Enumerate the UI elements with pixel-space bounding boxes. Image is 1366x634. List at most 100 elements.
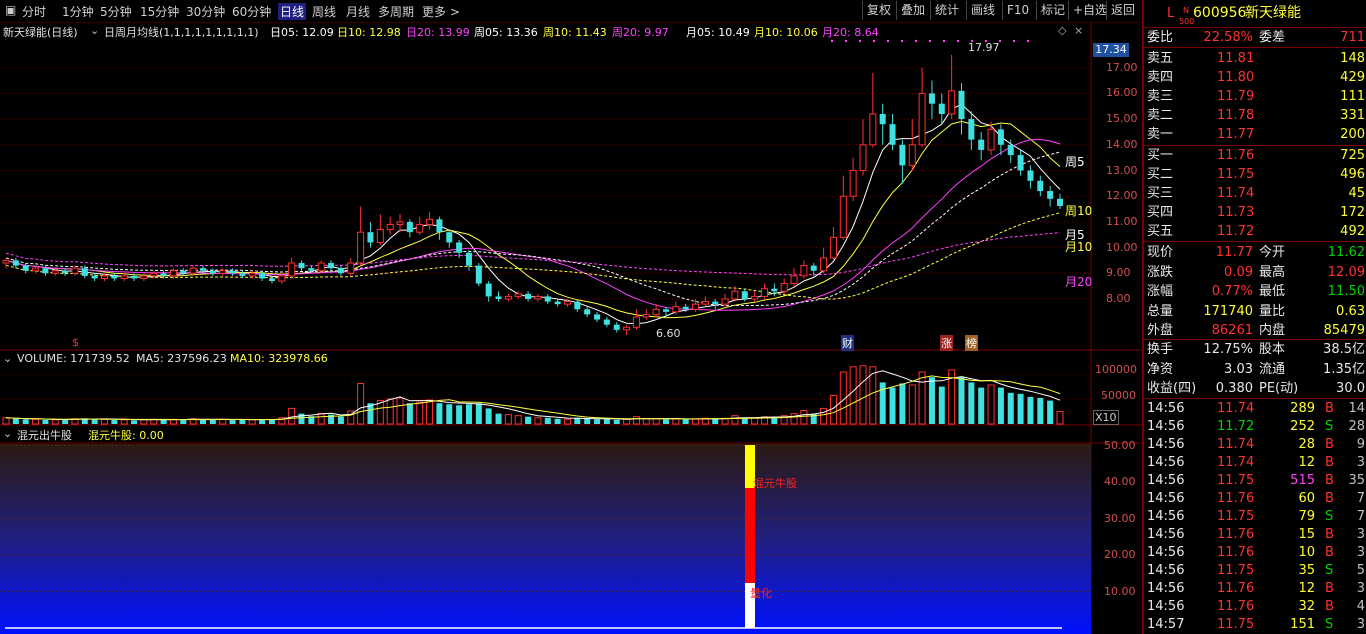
stat-value: 12.75%	[1203, 342, 1253, 357]
ask-volume: 331	[1340, 108, 1365, 123]
volume-bar	[1017, 393, 1024, 424]
event-rank-badge[interactable]: 榜	[965, 335, 978, 351]
volume-bar	[160, 419, 167, 424]
candle-body	[780, 283, 788, 292]
tick-count: 5	[1356, 563, 1365, 578]
volume-tick-100000: 100000	[1095, 363, 1137, 376]
volume-bar	[544, 417, 551, 424]
volume-bar	[672, 418, 680, 425]
volume-bar	[968, 382, 975, 424]
quote-panel: L N 500 600956 新天绿能 委比 22.58% 委差 711 卖五 1…	[1142, 0, 1366, 634]
tick-time: 14:56	[1147, 419, 1185, 434]
ask-label: 卖二	[1147, 108, 1174, 123]
indicator-toggle-icon[interactable]: ⌄	[3, 427, 12, 440]
volume-bar	[436, 403, 443, 424]
candle-body	[672, 306, 680, 313]
candle-body	[514, 293, 522, 297]
tick-time: 14:56	[1147, 491, 1185, 506]
tick-row: 14:56 11.76 10 B 3	[1147, 544, 1365, 562]
indicator-tick: 40.00	[1104, 475, 1136, 488]
candle-body	[1057, 198, 1063, 206]
candle-body	[603, 319, 610, 325]
candle-body	[495, 296, 502, 299]
candle-body	[337, 268, 344, 274]
stat-value: 0.63	[1336, 303, 1365, 319]
stat-value: 30.0	[1336, 381, 1365, 396]
tick-side: B	[1325, 527, 1334, 542]
tick-price: 11.74	[1217, 455, 1255, 470]
candle-body	[298, 263, 305, 269]
indicator-tick: 50.00	[1104, 438, 1136, 452]
volume-bar	[111, 419, 118, 424]
indicator-value: 混元牛股: 0.00	[88, 429, 164, 442]
stat-label: 换手	[1147, 342, 1174, 357]
price-tick: 12.00	[1106, 189, 1138, 203]
volume-bar	[337, 416, 344, 424]
tick-side: S	[1325, 617, 1334, 632]
candle-body	[406, 221, 413, 233]
volume-bar	[712, 418, 719, 424]
ask-price: 11.79	[1217, 89, 1255, 104]
ask-price: 11.80	[1217, 70, 1255, 85]
bid-row: 买三 11.74 45	[1147, 184, 1365, 203]
candle-body	[169, 270, 177, 277]
bid-label: 买二	[1147, 167, 1174, 182]
candle-body	[150, 272, 158, 277]
candle-body	[426, 218, 434, 225]
stat-label: 内盘	[1259, 323, 1286, 338]
candle-body	[446, 232, 453, 243]
tick-time: 14:56	[1147, 563, 1185, 578]
candle-body	[140, 275, 148, 279]
tick-price: 11.76	[1217, 491, 1255, 506]
signal-dot	[942, 39, 946, 43]
current-price-marker: 17.34	[1093, 43, 1129, 57]
ask-label: 卖一	[1147, 127, 1174, 142]
tick-row: 14:56 11.76 32 B 4	[1147, 598, 1365, 616]
stat-value: 11.62	[1327, 245, 1365, 260]
candle-body	[908, 144, 916, 166]
candle-body	[71, 267, 79, 274]
candle-body	[1007, 144, 1014, 156]
event-finance-badge[interactable]: 财	[841, 335, 854, 351]
tick-count: 14	[1348, 401, 1365, 416]
indicator-tick: 10.00	[1104, 584, 1136, 598]
candle-body	[81, 268, 88, 276]
volume-bar	[426, 399, 434, 425]
signal-dot	[900, 39, 904, 43]
market-flag: L	[1167, 6, 1175, 21]
tick-side: S	[1325, 563, 1334, 578]
candle-body	[1027, 170, 1034, 181]
quote-stat2-row: 净资 3.03 流通 1.35亿	[1147, 360, 1365, 379]
price-tick: 10.00	[1106, 240, 1138, 254]
dividend-marker[interactable]: $	[72, 336, 79, 349]
ma-line-w10	[5, 212, 1061, 300]
stat-label: 最高	[1259, 264, 1286, 280]
ask-label: 卖四	[1147, 70, 1174, 85]
tick-volume: 252	[1290, 419, 1315, 434]
stat-value: 11.50	[1327, 284, 1365, 299]
candle-body	[525, 293, 532, 299]
candle-body	[456, 242, 463, 253]
quote-stat-row: 涨跌 0.09 最高 12.09	[1147, 263, 1365, 282]
volume-bar	[652, 418, 660, 425]
volume-bar	[978, 387, 985, 424]
candle-body	[652, 308, 660, 315]
candle-body	[741, 291, 748, 299]
volume-bar	[987, 384, 995, 425]
stat-label: 外盘	[1147, 323, 1174, 338]
volume-toggle-icon[interactable]: ⌄	[3, 352, 12, 365]
candle-body	[386, 223, 394, 231]
price-tick: 14.00	[1106, 137, 1138, 151]
candle-body	[465, 252, 472, 266]
candle-body	[416, 223, 424, 233]
volume-bar	[229, 419, 236, 424]
event-limitup-badge[interactable]: 涨	[940, 335, 953, 351]
volume-bar	[790, 413, 798, 425]
candle-body	[918, 92, 926, 146]
volume-bar	[140, 419, 148, 425]
kline-chart[interactable]	[0, 0, 1142, 634]
candle-body	[790, 275, 798, 285]
tick-side: B	[1325, 491, 1334, 506]
tick-row: 14:56 11.75 515 B 35	[1147, 472, 1365, 490]
candle-body	[189, 267, 197, 274]
